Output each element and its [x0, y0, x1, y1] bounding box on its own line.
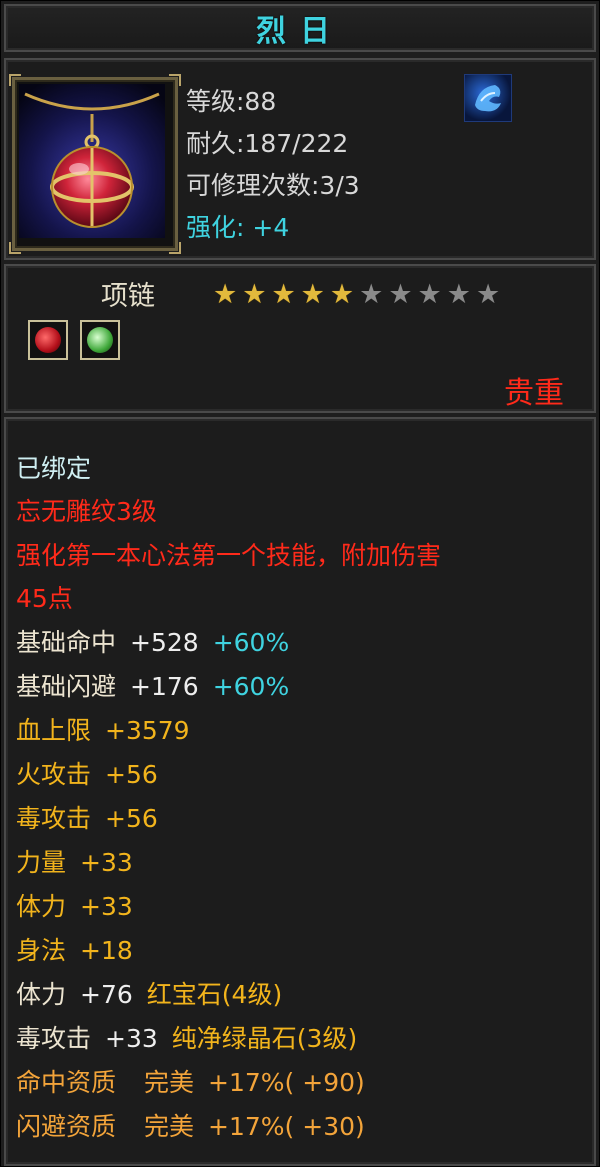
green-gem-icon: [87, 327, 113, 353]
stat-row: 火攻击 +56: [16, 760, 158, 789]
red-gem-icon: [35, 327, 61, 353]
blue-dragon-skill-icon[interactable]: [464, 74, 512, 122]
effect-line-1: 强化第一本心法第一个技能，附加伤害: [16, 541, 442, 570]
item-tooltip: 烈日 等级:88 耐久:187/222 可修理次数:3/3 强化: +4 项链 …: [0, 0, 600, 1167]
quality-row: 命中资质 完美 +17%( +90): [16, 1068, 365, 1097]
item-level: 等级:88: [186, 87, 277, 116]
star-icon-filled: ★: [271, 279, 296, 310]
stat-row: 体力 +33: [16, 892, 133, 921]
item-properties: 已绑定 忘无雕纹3级 强化第一本心法第一个技能，附加伤害 45点 基础命中 +52…: [4, 417, 596, 1166]
item-type-panel: 项链 ★ ★ ★ ★ ★ ★ ★ ★ ★ ★ 贵重: [4, 264, 596, 413]
engrave-line: 忘无雕纹3级: [16, 497, 157, 526]
item-repair-count: 可修理次数:3/3: [186, 171, 360, 200]
stat-row: 力量 +33: [16, 848, 133, 877]
rarity-label: 贵重: [504, 376, 564, 411]
stat-row: 毒攻击 +56: [16, 804, 158, 833]
star-icon-empty: ★: [359, 279, 384, 310]
gem-stat-row: 体力 +76 红宝石(4级): [16, 980, 283, 1009]
stat-row: 血上限 +3579: [16, 716, 190, 745]
stat-row: 身法 +18: [16, 936, 133, 965]
star-rating: ★ ★ ★ ★ ★ ★ ★ ★ ★ ★: [213, 281, 500, 309]
effect-line-2: 45点: [16, 584, 73, 613]
gem-stat-row: 毒攻击 +33 纯净绿晶石(3级): [16, 1024, 358, 1053]
star-icon-empty: ★: [475, 279, 501, 310]
bound-status: 已绑定: [16, 454, 92, 483]
star-icon-filled: ★: [242, 279, 267, 310]
item-header: 等级:88 耐久:187/222 可修理次数:3/3 强化: +4: [4, 58, 596, 260]
star-icon-empty: ★: [388, 279, 413, 310]
item-durability: 耐久:187/222: [186, 129, 349, 158]
star-icon-filled: ★: [300, 279, 325, 310]
item-icon-frame: [9, 74, 181, 254]
star-icon-filled: ★: [329, 279, 355, 310]
item-enhance: 强化: +4: [186, 213, 290, 242]
gem-slot-1[interactable]: [28, 320, 68, 360]
star-icon-empty: ★: [446, 279, 471, 310]
stat-row: 基础命中 +528 +60%: [16, 628, 290, 657]
gem-slot-2[interactable]: [80, 320, 120, 360]
star-icon-filled: ★: [213, 279, 238, 310]
red-orb-necklace-icon: [19, 84, 165, 238]
item-type: 项链: [101, 281, 155, 312]
star-icon-empty: ★: [417, 279, 442, 310]
title-bar: 烈日: [4, 4, 596, 52]
stat-row: 基础闪避 +176 +60%: [16, 672, 290, 701]
quality-row: 闪避资质 完美 +17%( +30): [16, 1112, 365, 1141]
item-name: 烈日: [256, 14, 344, 49]
